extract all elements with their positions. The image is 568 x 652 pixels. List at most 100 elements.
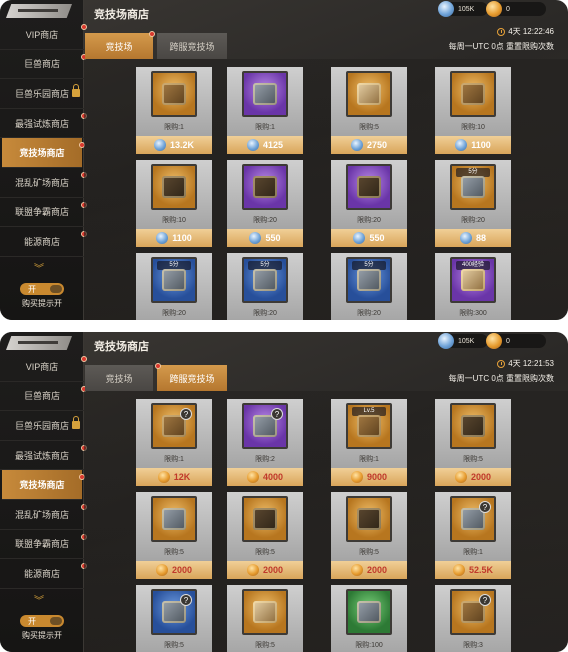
price-bar[interactable]: 9000	[331, 468, 407, 486]
sidebar-item-energy-shop[interactable]: 能源商店	[0, 227, 87, 257]
price-bar[interactable]: 2000	[227, 561, 303, 579]
gem-coin-icon	[438, 1, 454, 17]
shop-item[interactable]: 限购:5 2000	[435, 399, 511, 486]
gem-counter: 105K	[438, 1, 488, 17]
book-icon	[162, 176, 186, 198]
reset-note: 每周一UTC 0点 重置限购次数	[448, 374, 554, 383]
purchase-limit: 限购:5	[463, 456, 483, 463]
price-bar[interactable]: 52.5K	[435, 561, 511, 579]
shop-item[interactable]: 限购:10 1100	[136, 160, 212, 247]
sidebar-item-alliance-shop[interactable]: 联盟争霸商店	[0, 530, 87, 560]
puzzle-icon	[461, 415, 485, 437]
chevron-down-icon[interactable]: ︾	[34, 597, 44, 607]
sidebar-item-alliance-shop[interactable]: 联盟争霸商店	[0, 198, 87, 228]
sidebar-item-trial-shop[interactable]: 最强试炼商店	[0, 109, 87, 139]
gem-counter: 105K	[438, 333, 488, 349]
shop-item[interactable]: 5分 限购:20	[331, 253, 407, 320]
shop-item[interactable]: ? 限购:5	[136, 585, 212, 652]
purchase-limit: 限购:1	[164, 456, 184, 463]
shop-item[interactable]: 限购:5	[227, 585, 303, 652]
chevron-down-icon[interactable]: ︾	[34, 265, 44, 275]
sidebar-item-arena-shop[interactable]: 竞技场商店	[2, 470, 85, 500]
lock-icon	[72, 416, 80, 430]
shop-sidebar: VIP商店 巨兽商店 巨兽乐园商店 最强试炼商店 竞技场商店 混乱矿场商店 联盟…	[0, 332, 87, 652]
sidebar-item-chaos-mine-shop[interactable]: 混乱矿场商店	[0, 500, 87, 530]
back-button[interactable]	[6, 336, 72, 350]
shop-item[interactable]: 400经验 限购:300	[435, 253, 511, 320]
sidebar-item-energy-shop[interactable]: 能源商店	[0, 559, 87, 589]
purchase-limit: 限购:5	[359, 549, 379, 556]
gold-coin-icon	[246, 564, 259, 576]
item-icon	[450, 71, 496, 117]
gem-coin-icon	[249, 232, 262, 244]
purchase-limit: 限购:20	[461, 217, 485, 224]
price-bar[interactable]: 2000	[136, 561, 212, 579]
shop-item[interactable]: ? 限购:1 12K	[136, 399, 212, 486]
shop-item[interactable]: ? 限购:2 4000	[227, 399, 303, 486]
price-bar[interactable]: 1100	[435, 136, 511, 154]
price-bar[interactable]: 550	[331, 229, 407, 247]
clock-icon	[497, 27, 506, 36]
notification-dot	[81, 24, 87, 30]
tab-cross-server-arena[interactable]: 跨服竞技场	[157, 33, 227, 59]
sidebar-item-trial-shop[interactable]: 最强试炼商店	[0, 441, 87, 471]
shop-item[interactable]: Lv.5 限购:1 9000	[331, 399, 407, 486]
speedup-icon	[357, 269, 381, 291]
price-bar[interactable]: 13.2K	[136, 136, 212, 154]
shop-item[interactable]: 限购:20 550	[227, 160, 303, 247]
shop-item[interactable]: 限购:1 4125	[227, 67, 303, 154]
price-bar[interactable]: 4125	[227, 136, 303, 154]
purchase-limit: 限购:20	[357, 310, 381, 317]
shop-item[interactable]: 限购:5 2750	[331, 67, 407, 154]
price-bar[interactable]: 88	[435, 229, 511, 247]
sidebar-item-chaos-mine-shop[interactable]: 混乱矿场商店	[0, 168, 87, 198]
sidebar-item-beast-shop[interactable]: 巨兽商店	[0, 382, 87, 412]
sidebar-item-vip-shop[interactable]: VIP商店	[0, 20, 87, 50]
item-grid: ? 限购:1 12K ? 限购:2 4000 Lv.5 限购:1 9000 限购…	[84, 391, 568, 652]
purchase-limit: 限购:20	[162, 310, 186, 317]
shop-item[interactable]: 5分 限购:20 88	[435, 160, 511, 247]
price-bar[interactable]: 4000	[227, 468, 303, 486]
gem-coin-icon	[246, 139, 259, 151]
sidebar-item-beast-park-shop[interactable]: 巨兽乐园商店	[0, 411, 84, 441]
shop-item[interactable]: ? 限购:1 52.5K	[435, 492, 511, 579]
lock-icon	[72, 84, 80, 98]
gem-coin-icon	[156, 232, 169, 244]
purchase-limit: 限购:5	[255, 642, 275, 649]
shop-item[interactable]: 5分 限购:20	[136, 253, 212, 320]
notification-dot	[149, 31, 155, 37]
sidebar-item-vip-shop[interactable]: VIP商店	[0, 352, 87, 382]
shop-item[interactable]: 限购:10 1100	[435, 67, 511, 154]
purchase-prompt-toggle[interactable]: 开	[20, 283, 64, 295]
speedup-icon	[162, 269, 186, 291]
tab-cross-server-arena[interactable]: 跨服竞技场	[155, 363, 227, 391]
shop-item[interactable]: 限购:5 2000	[136, 492, 212, 579]
price-bar[interactable]: 2000	[331, 561, 407, 579]
gem-coin-icon	[459, 232, 472, 244]
tab-arena[interactable]: 竞技场	[85, 31, 155, 59]
price-bar[interactable]: 2750	[331, 136, 407, 154]
price-bar[interactable]: 12K	[136, 468, 212, 486]
sidebar-item-arena-shop[interactable]: 竞技场商店	[2, 138, 85, 168]
shop-item[interactable]: 限购:100	[331, 585, 407, 652]
sidebar-item-beast-park-shop[interactable]: 巨兽乐园商店	[0, 79, 84, 109]
purchase-limit: 限购:300	[459, 310, 487, 317]
item-icon: 5分	[242, 257, 288, 303]
shop-item[interactable]: 限购:5 2000	[331, 492, 407, 579]
tab-arena[interactable]: 竞技场	[85, 365, 153, 391]
purchase-prompt-toggle[interactable]: 开	[20, 615, 64, 627]
back-button[interactable]	[6, 4, 72, 18]
gem-coin-icon	[438, 333, 454, 349]
purchase-limit: 限购:10	[162, 217, 186, 224]
price-bar[interactable]: 1100	[136, 229, 212, 247]
price-bar[interactable]: 2000	[435, 468, 511, 486]
shop-item[interactable]: 限购:5 2000	[227, 492, 303, 579]
shop-item[interactable]: 5分 限购:20	[227, 253, 303, 320]
shop-item[interactable]: ? 限购:3	[435, 585, 511, 652]
price-bar[interactable]: 550	[227, 229, 303, 247]
purchase-limit: 限购:20	[357, 217, 381, 224]
sidebar-item-beast-shop[interactable]: 巨兽商店	[0, 50, 87, 80]
shop-item[interactable]: 限购:20 550	[331, 160, 407, 247]
book-icon	[357, 176, 381, 198]
shop-item[interactable]: 限购:1 13.2K	[136, 67, 212, 154]
